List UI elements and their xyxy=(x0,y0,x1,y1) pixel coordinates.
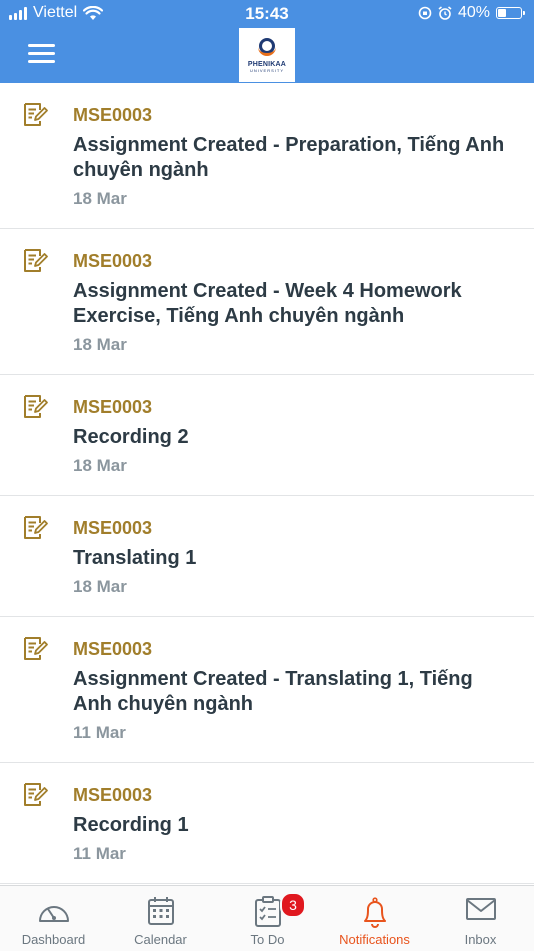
tab-calendar[interactable]: Calendar xyxy=(107,886,214,951)
notification-item[interactable]: MSE0003 Recording 1 11 Mar xyxy=(0,763,534,884)
tab-inbox-label: Inbox xyxy=(464,932,497,947)
notification-title: Assignment Created - Translating 1, Tiến… xyxy=(73,668,473,715)
battery-icon xyxy=(496,7,525,19)
bell-icon xyxy=(363,897,386,928)
calendar-icon xyxy=(147,897,174,925)
course-code: MSE0003 xyxy=(73,397,153,417)
dashboard-icon xyxy=(38,906,69,922)
assignment-icon xyxy=(24,516,48,539)
menu-icon[interactable] xyxy=(28,44,55,64)
assignment-icon xyxy=(24,395,48,418)
todo-badge: 3 xyxy=(280,892,306,918)
course-code: MSE0003 xyxy=(73,518,153,538)
notification-title: Assignment Created - Week 4 Homework Exe… xyxy=(73,280,462,327)
notification-title: Recording 2 xyxy=(73,426,189,448)
tab-dashboard[interactable]: Dashboard xyxy=(0,886,107,951)
tab-notifications-label: Notifications xyxy=(339,932,410,947)
tab-calendar-label: Calendar xyxy=(134,932,187,947)
course-code: MSE0003 xyxy=(73,251,153,271)
notification-date: 18 Mar xyxy=(73,456,127,475)
logo-mark-icon xyxy=(258,37,276,56)
notification-title: Assignment Created - Preparation, Tiếng … xyxy=(73,134,505,181)
alarm-icon xyxy=(438,6,452,20)
tab-bar: Dashboard Calendar 3 To Do Notifications xyxy=(0,885,534,951)
navigation-bar: PHENIKAA UNIVERSITY xyxy=(0,28,534,83)
notification-item[interactable]: MSE0003 Assignment Created - Week 4 Home… xyxy=(0,229,534,375)
notification-date: 11 Mar xyxy=(73,844,126,863)
logo-name: PHENIKAA xyxy=(247,60,287,68)
notification-title: Translating 1 xyxy=(73,547,197,569)
todo-icon xyxy=(254,896,281,927)
notification-list: MSE0003 Assignment Created - Preparation… xyxy=(0,83,534,884)
tab-inbox[interactable]: Inbox xyxy=(427,886,534,951)
course-code: MSE0003 xyxy=(73,105,153,125)
logo-subtitle: UNIVERSITY xyxy=(249,67,284,73)
notification-date: 18 Mar xyxy=(73,577,127,596)
notification-date: 18 Mar xyxy=(73,189,127,208)
tab-notifications[interactable]: Notifications xyxy=(321,886,428,951)
assignment-icon xyxy=(24,637,48,660)
notification-item[interactable]: MSE0003 Assignment Created - Translating… xyxy=(0,617,534,763)
notification-item[interactable]: MSE0003 Recording 2 18 Mar xyxy=(0,375,534,496)
notification-item[interactable]: MSE0003 Assignment Created - Preparation… xyxy=(0,83,534,229)
notification-item[interactable]: MSE0003 Translating 1 18 Mar xyxy=(0,496,534,617)
battery-percent: 40% xyxy=(457,4,490,21)
inbox-icon xyxy=(465,898,496,920)
tab-todo-label: To Do xyxy=(250,932,285,947)
course-code: MSE0003 xyxy=(73,639,153,659)
assignment-icon xyxy=(24,783,48,806)
orientation-lock-icon xyxy=(418,6,432,20)
university-logo: PHENIKAA UNIVERSITY xyxy=(239,28,295,82)
course-code: MSE0003 xyxy=(73,785,153,805)
notification-date: 18 Mar xyxy=(73,335,127,354)
notification-date: 11 Mar xyxy=(73,723,126,742)
battery-fill xyxy=(498,9,507,17)
status-right: 40% xyxy=(418,4,525,22)
status-bar: Viettel 15:43 40% xyxy=(0,0,534,28)
tab-todo[interactable]: 3 To Do xyxy=(214,886,321,951)
notification-title: Recording 1 xyxy=(73,814,189,836)
assignment-icon xyxy=(24,103,48,126)
tab-dashboard-label: Dashboard xyxy=(21,932,86,947)
assignment-icon xyxy=(24,249,48,272)
